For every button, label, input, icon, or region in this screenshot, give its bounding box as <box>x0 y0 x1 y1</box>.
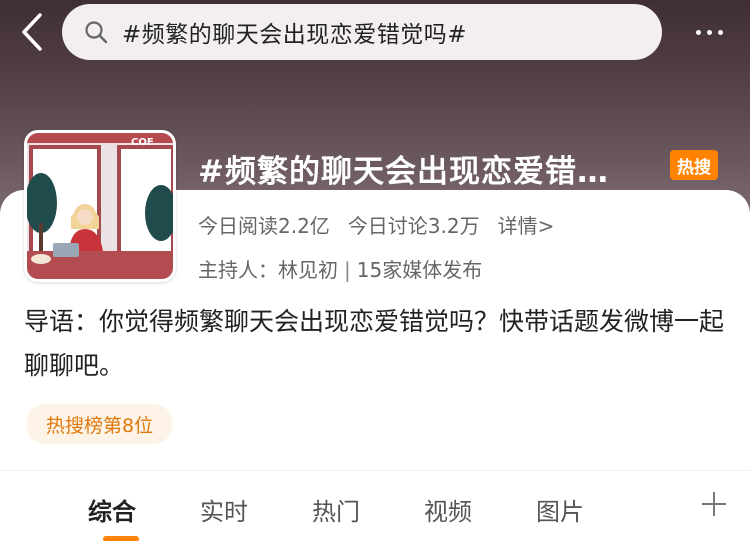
topic-cover-image[interactable]: COF <box>24 130 176 282</box>
topic-title: #频繁的聊天会出现恋爱错… <box>198 154 609 190</box>
cover-sign-text: COF <box>131 137 154 148</box>
topic-host-line: 主持人：林见初 | 15家媒体发布 <box>198 254 482 283</box>
tab-realtime[interactable]: 实时 <box>200 492 248 527</box>
back-button[interactable] <box>14 10 50 54</box>
media-count[interactable]: 15家媒体发布 <box>357 258 482 282</box>
feed-tabs: 综合 实时 热门 视频 图片 <box>0 484 750 541</box>
active-tab-indicator <box>103 536 139 541</box>
tab-video[interactable]: 视频 <box>424 492 472 527</box>
tabs-divider <box>0 470 750 471</box>
search-bar[interactable]: #频繁的聊天会出现恋爱错觉吗# <box>62 4 662 60</box>
hot-badge: 热搜 <box>670 150 718 180</box>
host-name[interactable]: 主持人：林见初 <box>198 258 338 282</box>
details-link[interactable]: 详情> <box>498 210 555 239</box>
tab-hot[interactable]: 热门 <box>312 492 360 527</box>
host-separator: | <box>344 258 351 282</box>
plus-icon[interactable] <box>700 490 728 518</box>
today-reads: 今日阅读2.2亿 <box>198 214 330 238</box>
back-arrow-icon <box>22 13 42 51</box>
cover-illustration: COF <box>27 133 173 279</box>
more-icon <box>695 29 723 35</box>
today-discussions: 今日讨论3.2万 <box>347 214 480 238</box>
more-button[interactable] <box>684 14 734 50</box>
tab-comprehensive[interactable]: 综合 <box>88 492 136 527</box>
topic-guide-text: 导语：你觉得频繁聊天会出现恋爱错觉吗？快带话题发微博一起聊聊吧。 <box>24 307 725 380</box>
topic-stats: 今日阅读2.2亿 今日讨论3.2万 详情> <box>198 210 554 239</box>
search-icon <box>85 21 108 44</box>
search-query-text: #频繁的聊天会出现恋爱错觉吗# <box>122 22 468 48</box>
tab-images[interactable]: 图片 <box>536 492 584 527</box>
hot-rank-chip[interactable]: 热搜榜第8位 <box>26 404 174 444</box>
